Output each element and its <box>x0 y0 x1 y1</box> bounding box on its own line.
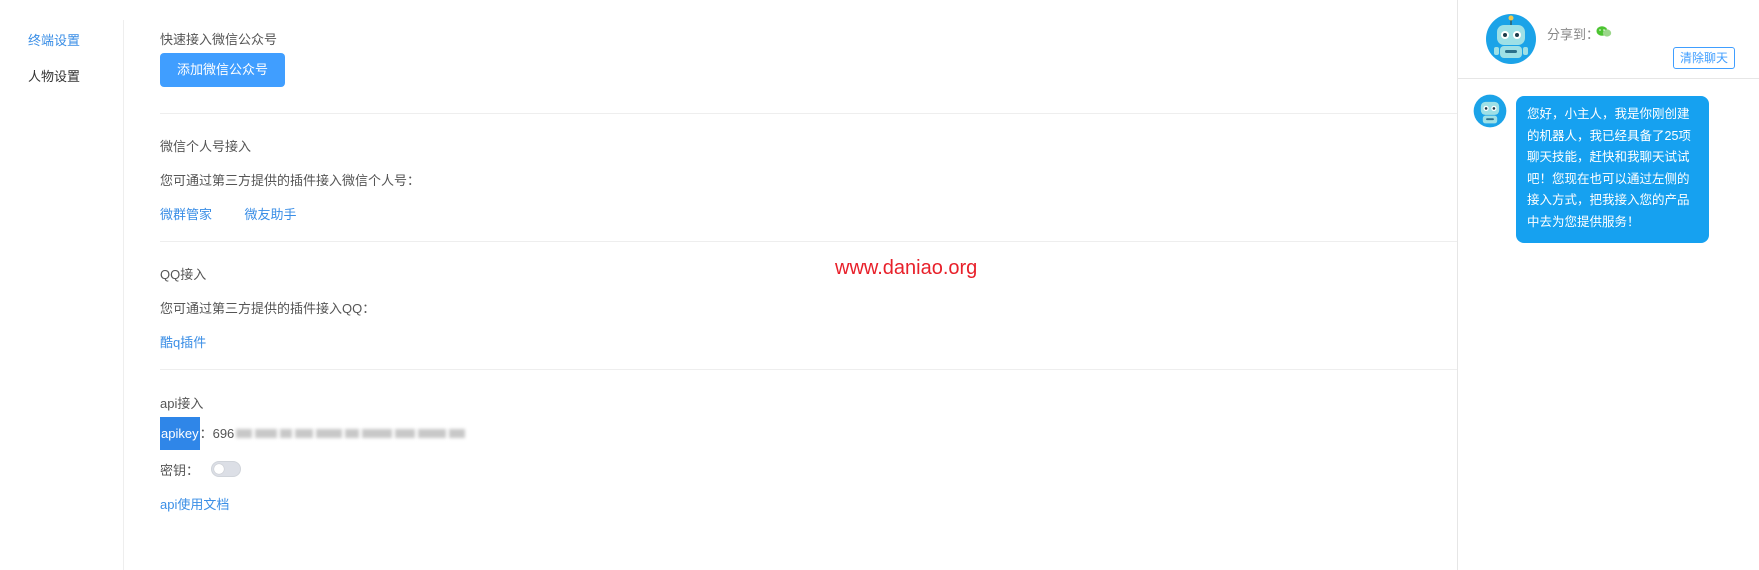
wechat-share-icon[interactable] <box>1596 25 1612 38</box>
link-api-docs[interactable]: api使用文档 <box>160 497 229 512</box>
section-qq: QQ接入 <box>160 264 1457 283</box>
section-wechat-official: 快速接入微信公众号 <box>160 29 1457 48</box>
apikey-row: apikey：696 <box>160 417 1457 450</box>
bot-message-avatar-icon <box>1473 94 1507 128</box>
chat-header: 分享到： 清除聊天 <box>1458 0 1759 79</box>
wechat-personal-desc: 您可通过第三方提供的插件接入微信个人号： <box>160 173 421 188</box>
secret-label: 密钥： <box>160 463 200 478</box>
secret-row: 密钥： <box>160 460 1457 480</box>
section-title-api: api接入 <box>160 396 204 411</box>
link-coolq-plugin[interactable]: 酷q插件 <box>160 335 206 350</box>
apikey-value-prefix[interactable]: 696 <box>213 426 235 441</box>
clear-chat-button[interactable]: 清除聊天 <box>1673 47 1736 69</box>
qq-links: 酷q插件 <box>160 332 1457 352</box>
share-label: 分享到： <box>1547 27 1600 42</box>
api-doc-row: api使用文档 <box>160 494 1457 514</box>
main-content: 快速接入微信公众号 添加微信公众号 微信个人号接入 您可通过第三方提供的插件接入… <box>124 0 1457 570</box>
secret-toggle[interactable] <box>211 461 241 477</box>
bot-message-bubble: 您好，小主人，我是你刚创建的机器人，我已经具备了25项聊天技能，赶快和我聊天试试… <box>1516 96 1709 243</box>
section-title-wechat-official: 快速接入微信公众号 <box>160 32 278 47</box>
section-api: api接入 <box>160 393 1457 412</box>
qq-desc-row: 您可通过第三方提供的插件接入QQ： <box>160 298 1457 318</box>
section-title-wechat-personal: 微信个人号接入 <box>160 139 252 154</box>
nav-item-terminal-settings[interactable]: 终端设置 <box>28 30 80 49</box>
qq-desc: 您可通过第三方提供的插件接入QQ： <box>160 301 376 316</box>
watermark-text: www.daniao.org <box>835 257 978 279</box>
toggle-knob <box>214 464 224 474</box>
wechat-personal-links: 微群管家 微友助手 <box>160 204 1457 224</box>
link-wechat-friend-assistant[interactable]: 微友助手 <box>244 207 296 222</box>
section-title-qq: QQ接入 <box>160 267 207 282</box>
chat-panel: 分享到： 清除聊天 您好，小主人，我是你刚创建的机器人，我已经具备了25项聊天技… <box>1457 0 1759 570</box>
divider <box>160 241 1457 242</box>
apikey-sep: ： <box>199 426 213 441</box>
apikey-label[interactable]: apikey <box>160 417 200 450</box>
wechat-personal-desc-row: 您可通过第三方提供的插件接入微信个人号： <box>160 170 1457 190</box>
side-nav: 终端设置 人物设置 <box>6 20 124 570</box>
nav-item-character-settings[interactable]: 人物设置 <box>28 66 80 85</box>
link-wechat-group-manager[interactable]: 微群管家 <box>160 207 212 222</box>
section-wechat-personal: 微信个人号接入 <box>160 136 1457 155</box>
divider <box>160 369 1457 370</box>
add-wechat-official-button[interactable]: 添加微信公众号 <box>160 53 286 87</box>
robot-avatar-icon <box>1486 14 1536 64</box>
apikey-value-masked[interactable] <box>236 417 468 450</box>
divider <box>160 113 1457 114</box>
